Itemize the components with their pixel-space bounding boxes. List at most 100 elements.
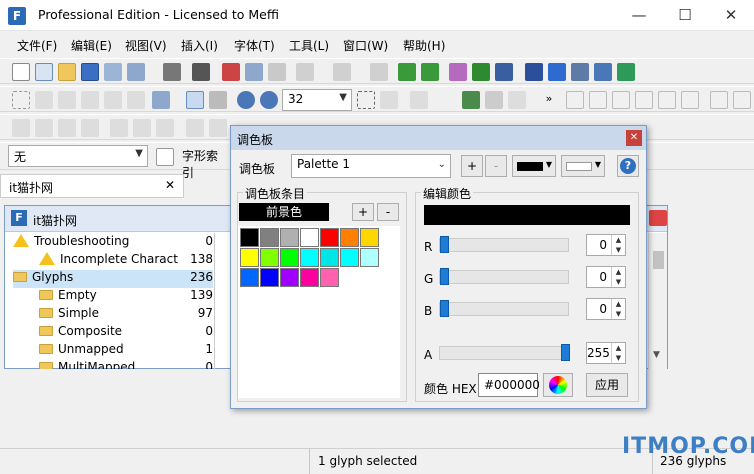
a-slider[interactable] bbox=[439, 344, 570, 361]
menu-tools[interactable]: 工具(L) bbox=[289, 37, 329, 54]
add-entry-button[interactable]: + bbox=[352, 203, 374, 221]
g-slider-thumb[interactable] bbox=[440, 268, 449, 285]
spin-arrows-icon[interactable]: ▲ ▼ bbox=[611, 299, 625, 319]
b-slider-thumb[interactable] bbox=[440, 300, 449, 317]
open-folder-icon[interactable] bbox=[58, 63, 76, 81]
spin-arrows-icon[interactable]: ▲ ▼ bbox=[611, 267, 625, 287]
spin-arrows-icon[interactable]: ▲ ▼ bbox=[611, 235, 625, 255]
align-top-icon[interactable] bbox=[186, 119, 204, 137]
maximize-button[interactable]: ☐ bbox=[662, 0, 708, 31]
g-spinbox[interactable]: 0 ▲ ▼ bbox=[586, 266, 626, 288]
node-smooth-icon[interactable] bbox=[681, 91, 699, 109]
hand-icon[interactable] bbox=[58, 91, 76, 109]
color-swatch[interactable] bbox=[360, 228, 379, 247]
tree-row[interactable]: Glyphs 236 bbox=[13, 270, 213, 288]
actual-size-icon[interactable] bbox=[380, 91, 398, 109]
a-slider-thumb[interactable] bbox=[561, 344, 570, 361]
tree-row[interactable]: Empty 139 bbox=[13, 288, 213, 306]
align-center-icon[interactable] bbox=[133, 119, 151, 137]
menu-window[interactable]: 窗口(W) bbox=[343, 37, 388, 54]
foreground-color-dropdown[interactable]: ▼ bbox=[512, 155, 556, 177]
validate-icon[interactable] bbox=[548, 63, 566, 81]
vertical-scrollbar[interactable]: ▼ bbox=[648, 233, 667, 369]
menu-help[interactable]: 帮助(H) bbox=[403, 37, 445, 54]
spin-arrows-icon[interactable]: ▲ ▼ bbox=[611, 343, 625, 363]
r-slider-thumb[interactable] bbox=[440, 236, 449, 253]
r-spinbox[interactable]: 0 ▲ ▼ bbox=[586, 234, 626, 256]
print-icon[interactable] bbox=[163, 63, 181, 81]
tree-row[interactable]: Composite 0 bbox=[13, 324, 213, 342]
close-button[interactable]: ✕ bbox=[708, 0, 754, 31]
add-glyph-icon[interactable] bbox=[398, 63, 416, 81]
color-swatch[interactable] bbox=[240, 248, 259, 267]
node-icon[interactable] bbox=[566, 91, 584, 109]
brush-icon[interactable] bbox=[508, 91, 526, 109]
palette-select[interactable]: Palette 1 ⌄ bbox=[291, 154, 451, 178]
add-palette-button[interactable]: + bbox=[461, 155, 483, 177]
tree-row[interactable]: MultiMapped 0 bbox=[13, 360, 213, 369]
style-combo[interactable]: 无 ▼ bbox=[8, 145, 148, 167]
color-swatch[interactable] bbox=[260, 248, 279, 267]
lasso-icon[interactable] bbox=[35, 91, 53, 109]
color-swatch[interactable] bbox=[300, 268, 319, 287]
fill-icon[interactable] bbox=[152, 91, 170, 109]
color-swatch[interactable] bbox=[360, 248, 379, 267]
node-add-icon[interactable] bbox=[589, 91, 607, 109]
color-swatch[interactable] bbox=[340, 248, 359, 267]
color-picker-button[interactable] bbox=[543, 373, 573, 397]
close-tab-icon[interactable]: ✕ bbox=[165, 178, 175, 192]
text-icon[interactable] bbox=[495, 63, 513, 81]
check-icon[interactable] bbox=[472, 63, 490, 81]
transform-3-icon[interactable] bbox=[58, 119, 76, 137]
color-swatch[interactable] bbox=[300, 228, 319, 247]
menu-font[interactable]: 字体(T) bbox=[234, 37, 275, 54]
zoom-in-icon[interactable] bbox=[237, 91, 255, 109]
tree-row[interactable]: Unmapped 1 bbox=[13, 342, 213, 360]
transform-4-icon[interactable] bbox=[81, 119, 99, 137]
trace-icon[interactable] bbox=[485, 91, 503, 109]
install-icon[interactable] bbox=[617, 63, 635, 81]
help-button[interactable]: ? bbox=[617, 155, 639, 177]
image-icon[interactable] bbox=[462, 91, 480, 109]
scroll-down-icon[interactable]: ▼ bbox=[653, 350, 660, 360]
g-slider[interactable] bbox=[439, 268, 569, 285]
add-mark-icon[interactable] bbox=[421, 63, 439, 81]
select-icon[interactable] bbox=[12, 91, 30, 109]
align-middle-icon[interactable] bbox=[209, 119, 227, 137]
color-swatch[interactable] bbox=[300, 248, 319, 267]
color-swatch[interactable] bbox=[320, 248, 339, 267]
node-remove-icon[interactable] bbox=[658, 91, 676, 109]
align-right-icon[interactable] bbox=[156, 119, 174, 137]
tool-icon[interactable] bbox=[410, 91, 428, 109]
color-swatch[interactable] bbox=[320, 228, 339, 247]
menu-view[interactable]: 视图(V) bbox=[125, 37, 167, 54]
property-icon[interactable] bbox=[525, 63, 543, 81]
copy-icon[interactable] bbox=[245, 63, 263, 81]
redo-icon[interactable] bbox=[333, 63, 351, 81]
save-icon[interactable] bbox=[81, 63, 99, 81]
distribute-icon[interactable] bbox=[733, 91, 751, 109]
color-swatch[interactable] bbox=[320, 268, 339, 287]
new-file-icon[interactable] bbox=[12, 63, 30, 81]
color-swatch[interactable] bbox=[280, 228, 299, 247]
tree-row[interactable]: Incomplete Charact 138 bbox=[13, 252, 213, 270]
b-spinbox[interactable]: 0 ▲ ▼ bbox=[586, 298, 626, 320]
color-swatch[interactable] bbox=[240, 268, 259, 287]
foreground-tab[interactable]: 前景色 bbox=[239, 203, 329, 221]
hex-input[interactable]: #000000 bbox=[478, 373, 540, 397]
tree-row[interactable]: Simple 97 bbox=[13, 306, 213, 324]
r-slider[interactable] bbox=[439, 236, 569, 253]
a-spinbox[interactable]: 255 ▲ ▼ bbox=[586, 342, 626, 364]
font-style-icon[interactable] bbox=[156, 148, 174, 166]
node-split-icon[interactable] bbox=[612, 91, 630, 109]
menu-insert[interactable]: 插入(I) bbox=[181, 37, 218, 54]
fit-icon[interactable] bbox=[357, 91, 375, 109]
color-swatch[interactable] bbox=[260, 268, 279, 287]
undo-icon[interactable] bbox=[296, 63, 314, 81]
node-join-icon[interactable] bbox=[635, 91, 653, 109]
save-all-icon[interactable] bbox=[104, 63, 122, 81]
export-icon[interactable] bbox=[127, 63, 145, 81]
color-swatch[interactable] bbox=[280, 268, 299, 287]
paste-icon[interactable] bbox=[268, 63, 286, 81]
transform-2-icon[interactable] bbox=[35, 119, 53, 137]
